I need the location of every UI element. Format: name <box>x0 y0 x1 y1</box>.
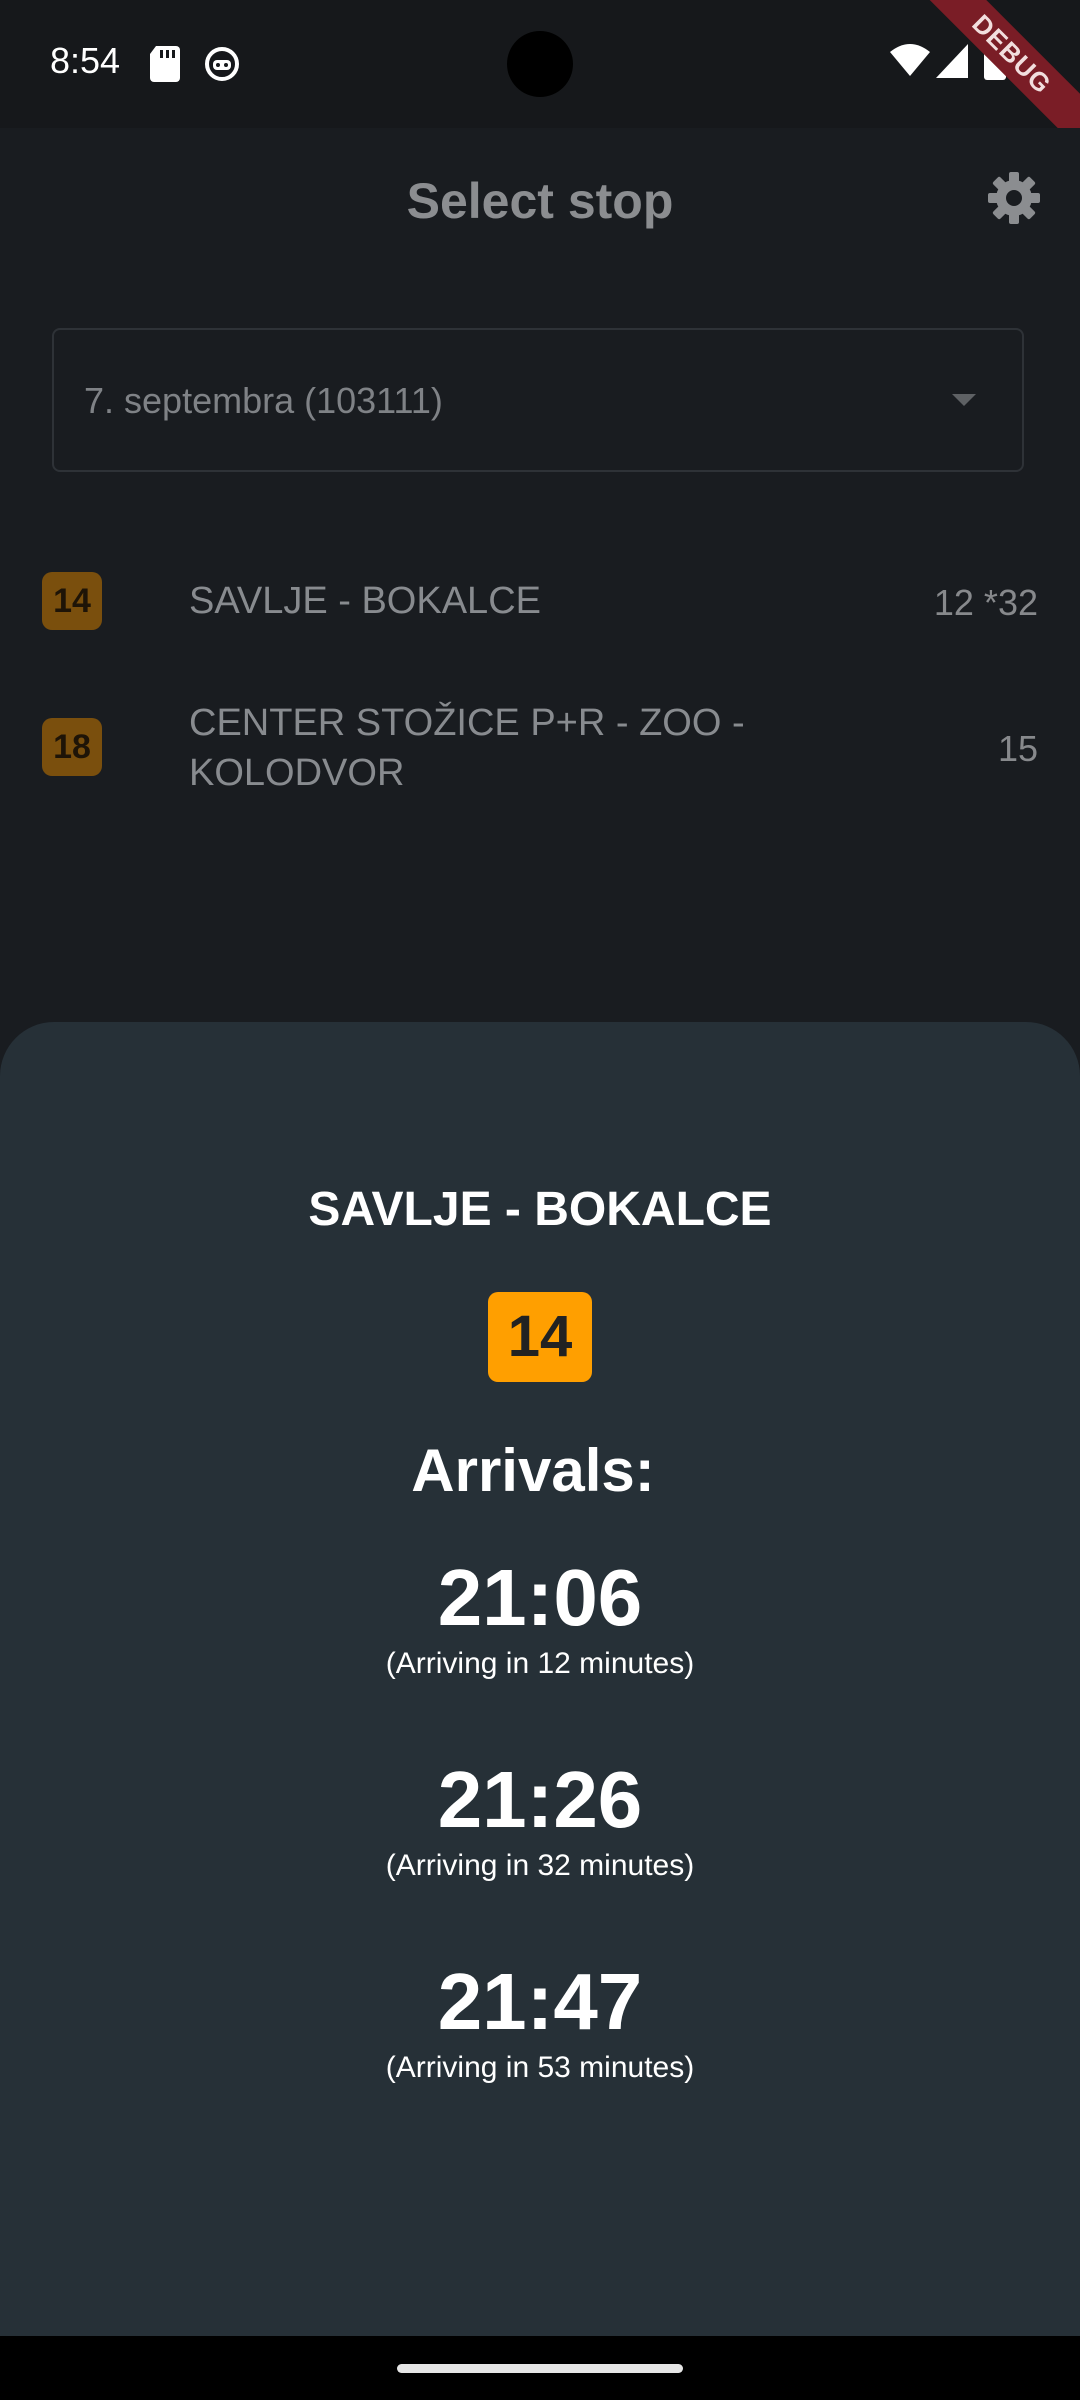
arrival-countdown: (Arriving in 32 minutes) <box>385 1849 695 1882</box>
navigation-bar <box>0 2336 1080 2400</box>
selected-stop: 7. septembra (103111) <box>84 380 443 421</box>
arrival-time: 21:47 <box>437 1957 643 2046</box>
arrival-countdown: (Arriving in 12 minutes) <box>385 1647 695 1680</box>
arrivals-bottom-sheet: SAVLJE - BOKALCE 14 Arrivals: 21:06 (Arr… <box>0 1022 1080 2336</box>
route-minutes: 12 *32 <box>933 582 1038 623</box>
sheet-route-badge: 14 <box>488 1292 592 1382</box>
settings-button[interactable] <box>986 170 1046 230</box>
gear-icon <box>988 172 1040 224</box>
sd-card-icon <box>150 46 180 87</box>
stop-selector-dropdown[interactable]: 7. septembra (103111) <box>52 328 1024 472</box>
arrival-item: 21:06 (Arriving in 12 minutes) <box>0 1552 1080 1684</box>
dropdown-arrow-icon <box>952 394 976 406</box>
page-title: Select stop <box>406 173 674 229</box>
camera-cutout <box>507 31 573 97</box>
sheet-route-title: SAVLJE - BOKALCE <box>308 1183 772 1236</box>
arrival-item: 21:47 (Arriving in 53 minutes) <box>0 1956 1080 2088</box>
status-time: 8:54 <box>50 40 121 81</box>
route-name: SAVLJE - BOKALCE <box>189 580 541 622</box>
status-bar: 8:54 DEBUG <box>0 0 1080 161</box>
route-minutes: 15 <box>997 728 1038 769</box>
arrival-countdown: (Arriving in 53 minutes) <box>385 2051 695 2084</box>
route-number-badge: 18 <box>42 718 102 776</box>
route-row[interactable]: 18 CENTER STOŽICE P+R - ZOO - KOLODVOR 1… <box>0 694 1080 814</box>
signal-icon <box>936 44 968 83</box>
route-name: CENTER STOŽICE P+R - ZOO - KOLODVOR <box>189 702 745 794</box>
arrival-item: 21:26 (Arriving in 32 minutes) <box>0 1754 1080 1886</box>
home-gesture-handle[interactable] <box>397 2364 683 2373</box>
route-number-badge: 14 <box>42 572 102 630</box>
cat-face-icon <box>204 46 240 87</box>
arrivals-heading: Arrivals: <box>411 1437 655 1504</box>
arrival-time: 21:26 <box>437 1755 643 1844</box>
wifi-icon <box>890 44 930 81</box>
arrival-time: 21:06 <box>437 1553 643 1642</box>
route-row[interactable]: 14 SAVLJE - BOKALCE 12 *32 <box>0 560 1080 650</box>
